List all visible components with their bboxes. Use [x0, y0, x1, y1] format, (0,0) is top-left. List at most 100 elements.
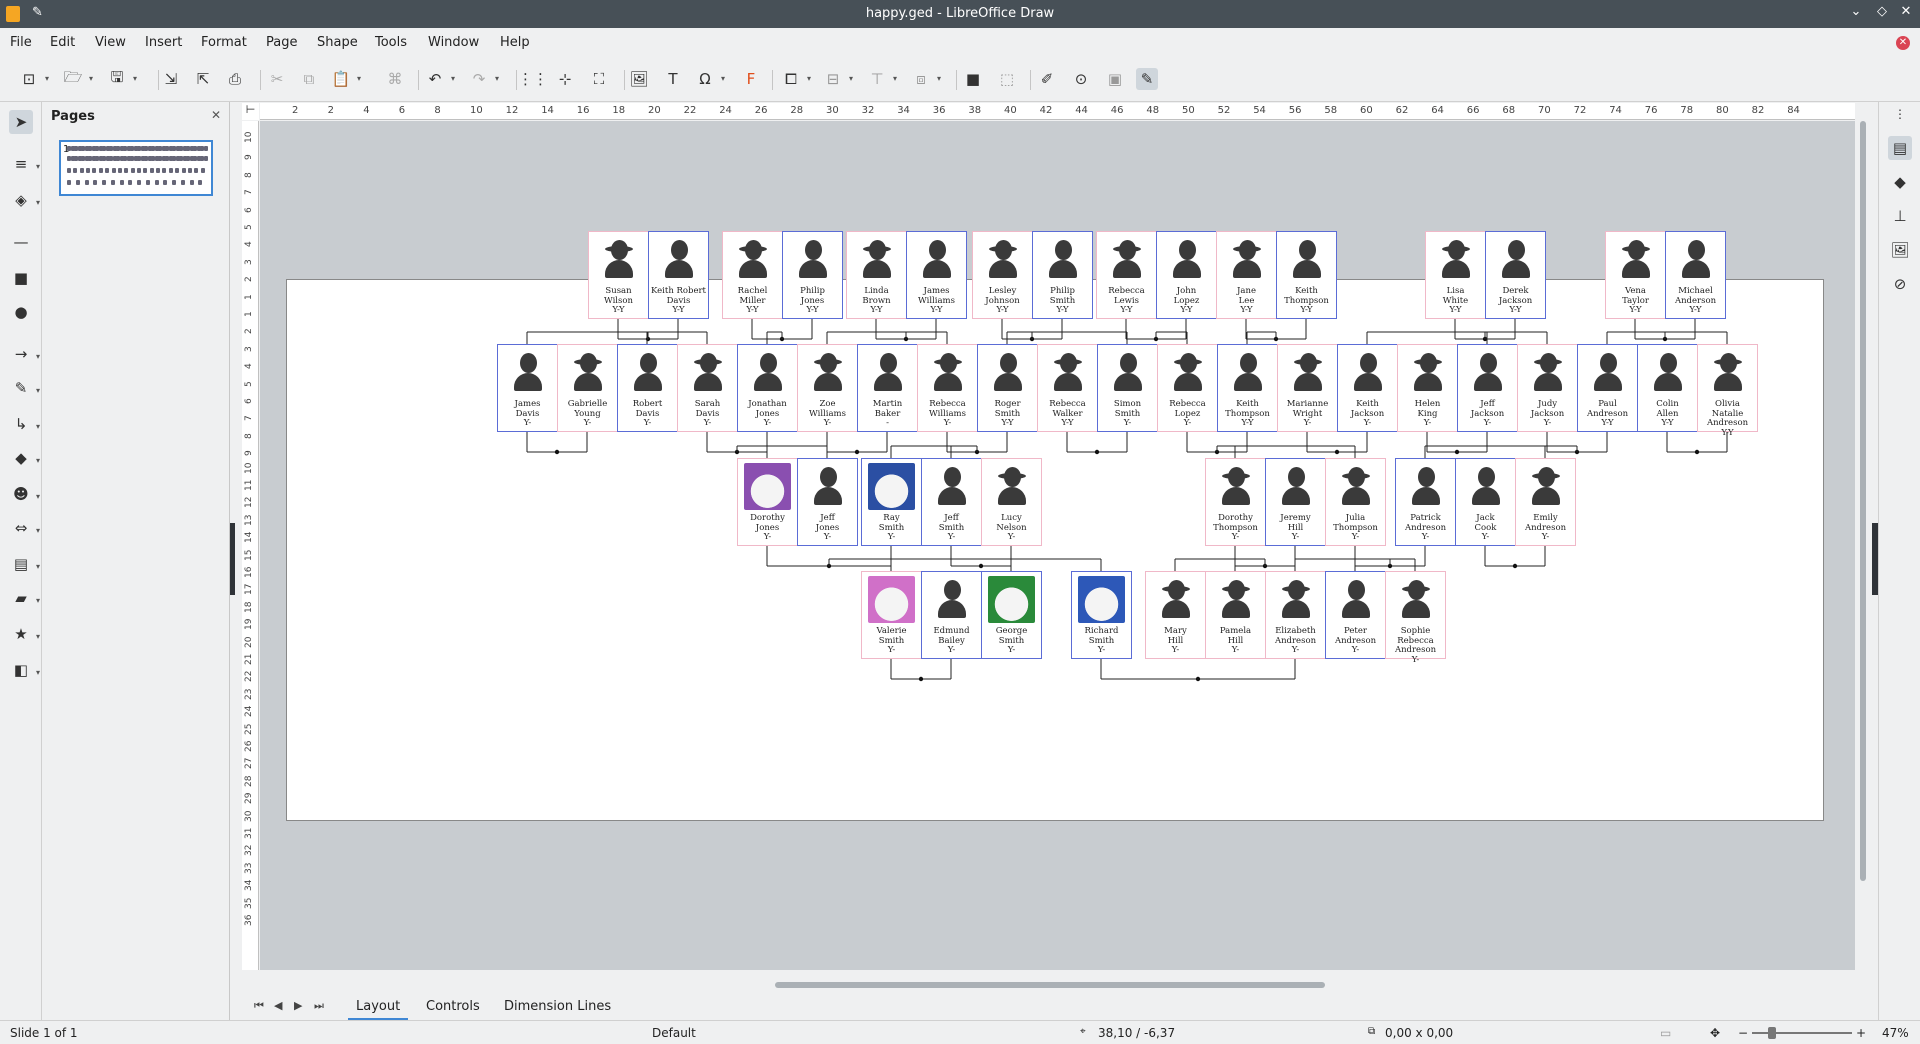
points-icon[interactable]: ✐ — [1036, 68, 1058, 90]
person-card[interactable]: Michael Anderson Y-Y — [1665, 231, 1726, 319]
person-card[interactable]: Jeff Jackson Y- — [1457, 344, 1518, 432]
tab-dimension-lines[interactable]: Dimension Lines — [496, 999, 619, 1014]
person-card[interactable]: James Williams Y-Y — [906, 231, 967, 319]
helplines-icon[interactable]: ⊹ — [554, 68, 576, 90]
person-card[interactable]: Jack Cook Y- — [1455, 458, 1516, 546]
arrange-icon[interactable]: ⊤ — [866, 68, 897, 90]
person-card[interactable]: Jane Lee Y-Y — [1216, 231, 1277, 319]
minimize-icon[interactable]: ⌄ — [1846, 4, 1866, 19]
cut-icon[interactable]: ✂ — [266, 68, 288, 90]
crop-icon[interactable]: ⬚ — [996, 68, 1018, 90]
toggle-extrusion-icon[interactable]: ▣ — [1104, 68, 1126, 90]
person-card[interactable]: Peter Andreson Y- — [1325, 571, 1386, 659]
master-layout[interactable]: Default — [652, 1026, 696, 1040]
menu-tools[interactable]: Tools — [375, 35, 407, 50]
maximize-icon[interactable]: ◇ — [1872, 4, 1892, 19]
person-card[interactable]: Helen King Y- — [1397, 344, 1458, 432]
paste-icon[interactable]: 📋 — [330, 68, 361, 90]
person-card[interactable]: Edmund Bailey Y- — [921, 571, 982, 659]
show-draw-functions-icon[interactable]: ✎ — [1136, 68, 1158, 90]
person-card[interactable]: Valerie Smith Y- — [861, 571, 922, 659]
zoom-out-icon[interactable]: − — [1738, 1026, 1748, 1040]
close-window-icon[interactable]: ✕ — [1896, 4, 1916, 19]
vertical-ruler[interactable]: 10 9 8 7 6 5 4 3 2 1 1 2 3 4 5 6 7 8 9 10 11 12 13 14 15 16 17 18 19… — [242, 121, 259, 970]
properties-icon[interactable]: ▤ — [1888, 136, 1912, 160]
menu-view[interactable]: View — [95, 35, 126, 50]
transformations-icon[interactable]: ⧠ — [780, 68, 811, 90]
connector-tool-icon[interactable]: ↳ — [9, 412, 33, 436]
open-icon[interactable]: 🗁 — [62, 68, 93, 90]
curve-tool-icon[interactable]: ✎ — [9, 376, 33, 400]
sidebar-menu-icon[interactable]: ⋮ — [1888, 102, 1912, 126]
menu-shape[interactable]: Shape — [317, 35, 358, 50]
person-card[interactable]: Derek Jackson Y-Y — [1485, 231, 1546, 319]
person-card[interactable]: Philip Smith Y-Y — [1032, 231, 1093, 319]
person-card[interactable]: Keith Thompson Y-Y — [1217, 344, 1278, 432]
basic-shapes-icon[interactable]: ◆ — [9, 446, 33, 470]
horizontal-ruler[interactable]: 2 2 4 6 8 10 12 14 16 18 20 22 24 26 28 30 32 34 36 38 40 42 4… — [260, 103, 1855, 120]
zoom-in-icon[interactable]: + — [1856, 1026, 1866, 1040]
person-card[interactable]: Jonathan Jones Y- — [737, 344, 798, 432]
person-card[interactable]: Colin Allen Y-Y — [1637, 344, 1698, 432]
menu-file[interactable]: File — [10, 35, 32, 50]
person-card[interactable]: Keith Thompson Y-Y — [1276, 231, 1337, 319]
menu-help[interactable]: Help — [500, 35, 530, 50]
person-card[interactable]: Jeff Smith Y- — [921, 458, 982, 546]
menu-insert[interactable]: Insert — [145, 35, 182, 50]
slide-transition-icon[interactable]: ⊥ — [1888, 204, 1912, 228]
menu-page[interactable]: Page — [266, 35, 297, 50]
person-card[interactable]: Robert Davis Y- — [617, 344, 678, 432]
fill-color-icon[interactable]: ◈ — [9, 188, 33, 212]
person-card[interactable]: Sarah Davis Y- — [677, 344, 738, 432]
person-card[interactable]: Ray Smith Y- — [861, 458, 922, 546]
line-arrow-icon[interactable]: → — [9, 342, 33, 366]
person-card[interactable]: Lucy Nelson Y- — [981, 458, 1042, 546]
person-card[interactable]: Rebecca Lewis Y-Y — [1096, 231, 1157, 319]
copy-icon[interactable]: ⧉ — [298, 68, 320, 90]
clone-formatting-icon[interactable]: ⌘ — [384, 68, 406, 90]
tab-layout[interactable]: Layout — [348, 999, 409, 1021]
person-card[interactable]: Rebecca Walker Y-Y — [1037, 344, 1098, 432]
person-card[interactable]: Emily Andreson Y- — [1515, 458, 1576, 546]
insert-textbox-icon[interactable]: T — [662, 68, 684, 90]
person-card[interactable]: Susan Wilson Y-Y — [588, 231, 649, 319]
prev-tab-icon[interactable]: ◀ — [274, 999, 282, 1012]
select-pointer-icon[interactable]: ➤ — [9, 110, 33, 134]
3d-objects-icon[interactable]: ◧ — [9, 658, 33, 682]
person-card[interactable]: Zoe Williams Y- — [797, 344, 858, 432]
person-card[interactable]: Julia Thompson Y- — [1325, 458, 1386, 546]
shadow-icon[interactable]: ■ — [962, 68, 984, 90]
person-card[interactable]: Linda Brown Y-Y — [846, 231, 907, 319]
person-card[interactable]: Marianne Wright Y- — [1277, 344, 1338, 432]
save-icon[interactable]: 🖫 — [106, 68, 137, 90]
person-card[interactable]: Rebecca Lopez Y- — [1157, 344, 1218, 432]
person-card[interactable]: Jeff Jones Y- — [797, 458, 858, 546]
sidebar-collapse-handle[interactable] — [230, 523, 235, 595]
line-tool-icon[interactable]: — — [9, 230, 33, 254]
zoom-slider[interactable] — [1752, 1032, 1852, 1034]
person-card[interactable]: Lisa White Y-Y — [1425, 231, 1486, 319]
drawing-canvas[interactable]: Susan Wilson Y-Y Keith Robert Davis Y-Y Ra… — [260, 121, 1855, 970]
zoom-level[interactable]: 47% — [1882, 1026, 1909, 1040]
close-panel-icon[interactable]: ✕ — [211, 108, 221, 122]
menu-edit[interactable]: Edit — [50, 35, 75, 50]
vertical-scrollbar[interactable] — [1859, 121, 1867, 881]
person-card[interactable]: Jeremy Hill Y- — [1265, 458, 1326, 546]
menu-window[interactable]: Window — [428, 35, 479, 50]
person-card[interactable]: Keith Jackson Y- — [1337, 344, 1398, 432]
flowchart-icon[interactable]: ▤ — [9, 552, 33, 576]
block-arrows-icon[interactable]: ⇔ — [9, 516, 33, 540]
first-tab-icon[interactable]: ⏮ — [254, 999, 264, 1013]
person-card[interactable]: Simon Smith Y- — [1097, 344, 1158, 432]
person-card[interactable]: Olivia Natalie Andreson Y-Y — [1697, 344, 1758, 437]
ellipse-tool-icon[interactable]: ● — [9, 300, 33, 324]
person-card[interactable]: George Smith Y- — [981, 571, 1042, 659]
person-card[interactable]: Richard Smith Y- — [1071, 571, 1132, 659]
glue-points-icon[interactable]: ⊙ — [1070, 68, 1092, 90]
person-card[interactable]: Dorothy Thompson Y- — [1205, 458, 1266, 546]
callouts-icon[interactable]: ▰ — [9, 586, 33, 610]
person-card[interactable]: John Lopez Y-Y — [1156, 231, 1217, 319]
person-card[interactable]: Gabrielle Young Y- — [557, 344, 618, 432]
horizontal-scrollbar[interactable] — [245, 981, 1853, 989]
person-card[interactable]: Elizabeth Andreson Y- — [1265, 571, 1326, 659]
